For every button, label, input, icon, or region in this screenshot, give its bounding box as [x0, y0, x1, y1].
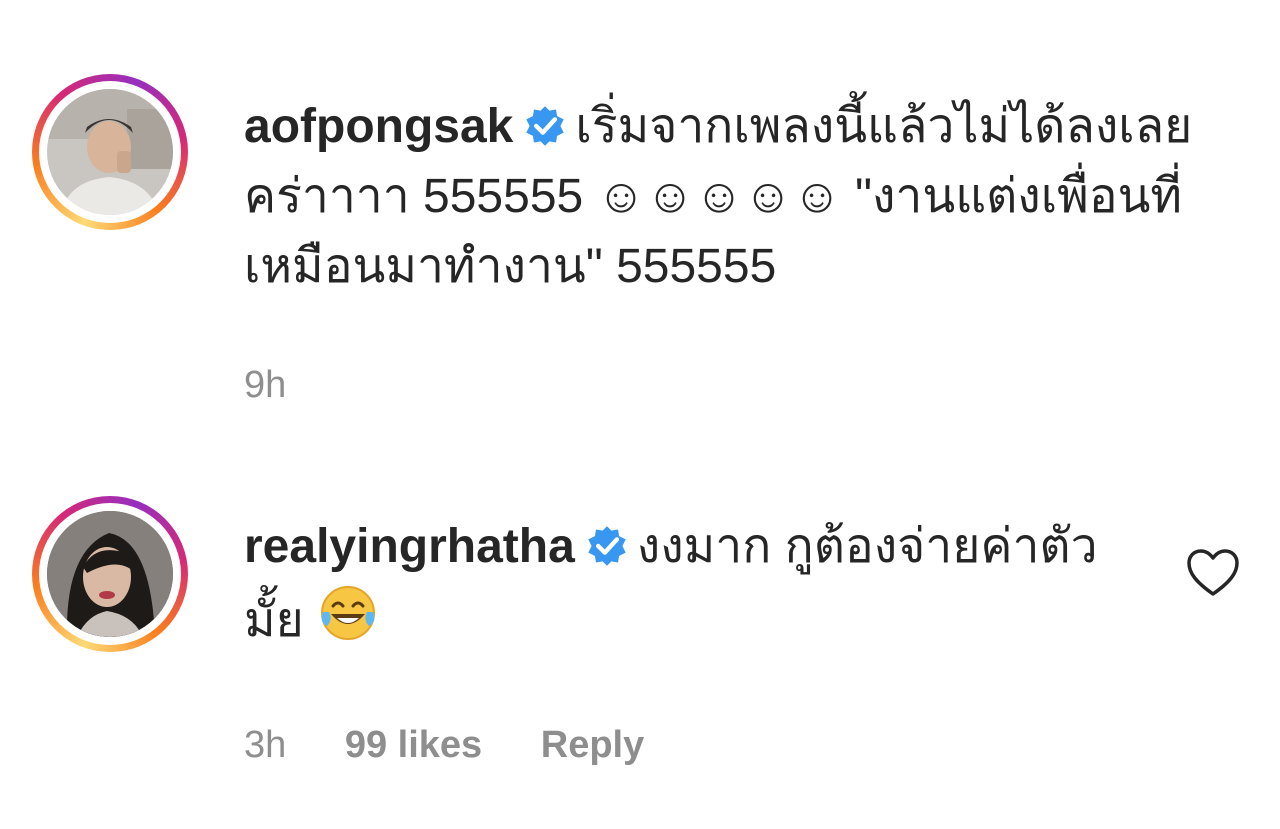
avatar-ring-gap	[39, 503, 181, 645]
avatar-ring-gap	[39, 81, 181, 223]
comment-username[interactable]: aofpongsak	[244, 100, 513, 153]
laughing-tears-emoji-icon	[321, 586, 376, 640]
verified-badge-icon	[526, 106, 565, 146]
comment-meta: 3h 99 likes Reply	[244, 724, 692, 767]
comment-body: realyingrhatha งงมาก กูต้องจ่ายค่าตัวมั้…	[244, 512, 1144, 656]
comment-time[interactable]: 3h	[244, 724, 286, 766]
reply-button[interactable]: Reply	[541, 724, 644, 766]
avatar-story-ring[interactable]	[32, 74, 188, 230]
avatar-story-ring[interactable]	[32, 496, 188, 652]
avatar-image	[47, 511, 173, 637]
smiley-emojis: ☺☺☺☺☺	[596, 170, 842, 223]
comment-item: realyingrhatha งงมาก กูต้องจ่ายค่าตัวมั้…	[0, 470, 1280, 829]
avatar[interactable]	[47, 511, 173, 637]
comment-username[interactable]: realyingrhatha	[244, 520, 575, 573]
heart-like-icon[interactable]	[1186, 548, 1240, 598]
avatar-image	[47, 89, 173, 215]
comment-time[interactable]: 9h	[244, 364, 286, 406]
verified-badge-icon	[588, 526, 626, 566]
comment-item: aofpongsak เริ่มจากเพลงนี้แล้วไม่ได้ลงเล…	[0, 0, 1280, 440]
comment-body: aofpongsak เริ่มจากเพลงนี้แล้วไม่ได้ลงเล…	[244, 92, 1204, 302]
comment-meta: 9h	[244, 364, 334, 407]
avatar[interactable]	[47, 89, 173, 215]
likes-count[interactable]: 99 likes	[345, 724, 482, 766]
